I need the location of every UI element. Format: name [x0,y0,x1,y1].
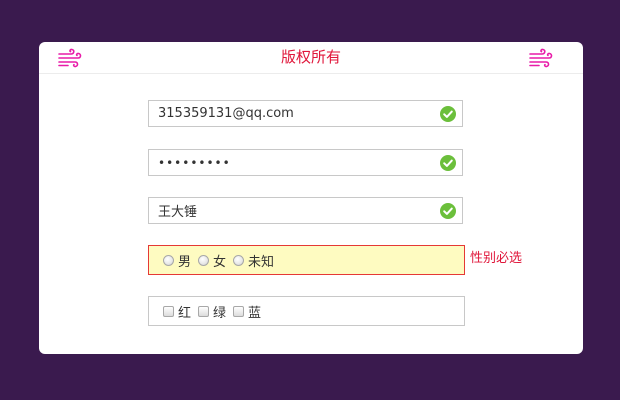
checkbox-label: 绿 [213,305,227,321]
gender-option-unknown[interactable]: 未知 [233,251,274,270]
checkbox-label: 红 [178,305,192,321]
check-circle-icon [440,203,456,219]
radio-button[interactable] [233,254,245,266]
name-field [148,197,463,224]
radio-label: 未知 [248,254,275,270]
checkbox[interactable] [233,305,245,317]
radio-label: 男 [178,254,192,270]
radio-button[interactable] [163,254,174,266]
page-title: 版权所有 [280,48,341,66]
wind-icon[interactable] [529,48,553,68]
gender-error-message: 性别必选 [470,251,523,266]
checkbox[interactable] [163,305,174,317]
password-field [148,149,463,176]
checkbox[interactable] [198,305,210,317]
check-circle-icon [440,106,456,122]
gender-option-male[interactable]: 男 [163,251,191,270]
color-checkbox-group: 红 绿 蓝 [148,296,465,326]
email-field [148,100,463,127]
gender-option-female[interactable]: 女 [198,251,226,270]
radio-button[interactable] [198,254,210,266]
radio-label: 女 [213,254,227,270]
check-circle-icon [440,155,456,171]
form-card: 版权所有 315359131@qq.com ••••••••• 王大锤 男 女 … [39,42,583,354]
name-input[interactable] [149,198,428,223]
color-option-red[interactable]: 红 [163,302,191,321]
password-input[interactable] [149,150,428,175]
card-header: 版权所有 [39,42,583,74]
email-input[interactable] [149,101,428,126]
gender-radio-group: 男 女 未知 [148,245,465,275]
checkbox-label: 蓝 [248,305,262,321]
color-option-blue[interactable]: 蓝 [233,302,261,321]
color-option-green[interactable]: 绿 [198,302,226,321]
